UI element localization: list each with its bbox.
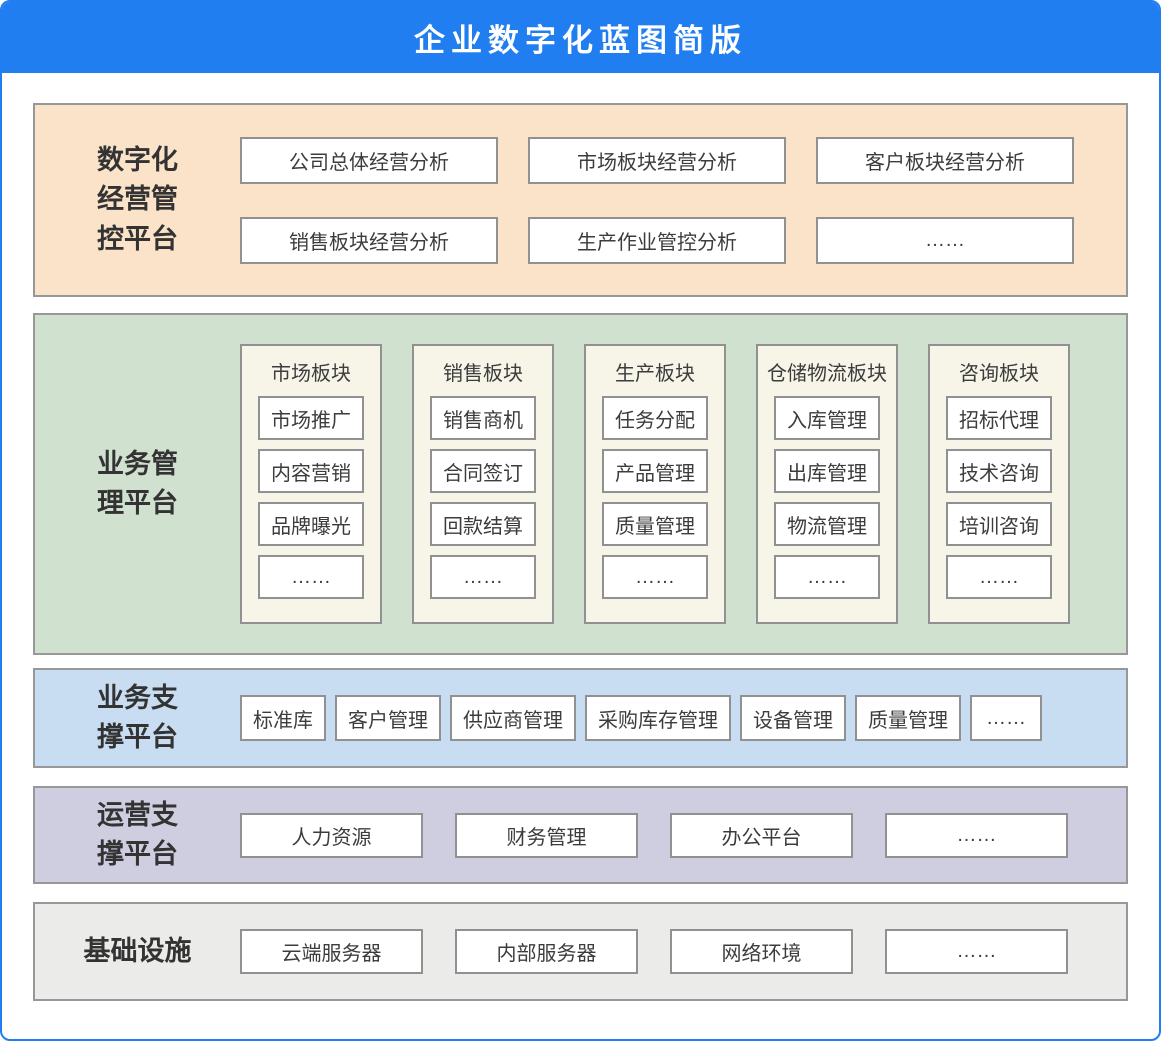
module-column-production: 生产板块 任务分配 产品管理 质量管理 …… bbox=[584, 344, 726, 624]
blueprint-page: 企业数字化蓝图简版 数字化 经营管 控平台 公司总体经营分析 市场板块经营分析 … bbox=[0, 0, 1161, 1041]
diagram-node: 标准库 bbox=[240, 695, 326, 741]
diagram-node: 质量管理 bbox=[855, 695, 961, 741]
diagram-node-ellipsis: …… bbox=[946, 555, 1052, 599]
label-line: 业务支 bbox=[35, 679, 240, 718]
diagram-node: 客户板块经营分析 bbox=[816, 137, 1074, 184]
diagram-node: 招标代理 bbox=[946, 396, 1052, 440]
diagram-node: 销售商机 bbox=[430, 396, 536, 440]
diagram-node: 销售板块经营分析 bbox=[240, 217, 498, 264]
diagram-node: 供应商管理 bbox=[450, 695, 576, 741]
diagram-node: 品牌曝光 bbox=[258, 502, 364, 546]
section-infrastructure-label: 基础设施 bbox=[35, 904, 240, 999]
diagram-node: 合同签订 bbox=[430, 449, 536, 493]
diagram-node: 公司总体经营分析 bbox=[240, 137, 498, 184]
section-infrastructure-content: 云端服务器 内部服务器 网络环境 …… bbox=[240, 904, 1126, 999]
node-row: 销售板块经营分析 生产作业管控分析 …… bbox=[240, 217, 1126, 264]
diagram-node: 入库管理 bbox=[774, 396, 880, 440]
diagram-node: 市场推广 bbox=[258, 396, 364, 440]
diagram-node: 设备管理 bbox=[740, 695, 846, 741]
section-digital-ops-label: 数字化 经营管 控平台 bbox=[35, 105, 240, 295]
page-title: 企业数字化蓝图简版 bbox=[414, 15, 747, 60]
label-line: 运营支 bbox=[35, 796, 240, 835]
section-business-support-content: 标准库 客户管理 供应商管理 采购库存管理 设备管理 质量管理 …… bbox=[240, 670, 1126, 766]
column-title: 销售板块 bbox=[443, 346, 523, 396]
diagram-node: 采购库存管理 bbox=[585, 695, 731, 741]
module-column-sales: 销售板块 销售商机 合同签订 回款结算 …… bbox=[412, 344, 554, 624]
node-row: 公司总体经营分析 市场板块经营分析 客户板块经营分析 bbox=[240, 137, 1126, 184]
diagram-node: 产品管理 bbox=[602, 449, 708, 493]
label-line: 业务管 bbox=[35, 445, 240, 484]
diagram-node: 财务管理 bbox=[455, 813, 638, 858]
module-column-warehouse-logistics: 仓储物流板块 入库管理 出库管理 物流管理 …… bbox=[756, 344, 898, 624]
section-business-mgmt-label: 业务管 理平台 bbox=[35, 315, 240, 653]
column-title: 咨询板块 bbox=[959, 346, 1039, 396]
module-column-market: 市场板块 市场推广 内容营销 品牌曝光 …… bbox=[240, 344, 382, 624]
module-column-consulting: 咨询板块 招标代理 技术咨询 培训咨询 …… bbox=[928, 344, 1070, 624]
section-business-support: 业务支 撑平台 标准库 客户管理 供应商管理 采购库存管理 设备管理 质量管理 … bbox=[33, 668, 1128, 768]
section-digital-ops: 数字化 经营管 控平台 公司总体经营分析 市场板块经营分析 客户板块经营分析 销… bbox=[33, 103, 1128, 297]
diagram-node: 质量管理 bbox=[602, 502, 708, 546]
diagram-node: 出库管理 bbox=[774, 449, 880, 493]
column-title: 市场板块 bbox=[271, 346, 351, 396]
diagram-node-ellipsis: …… bbox=[602, 555, 708, 599]
label-line: 控平台 bbox=[35, 220, 240, 259]
section-operation-support-content: 人力资源 财务管理 办公平台 …… bbox=[240, 788, 1126, 882]
diagram-node: 内部服务器 bbox=[455, 929, 638, 974]
diagram-node: 生产作业管控分析 bbox=[528, 217, 786, 264]
diagram-node: 任务分配 bbox=[602, 396, 708, 440]
diagram-node-ellipsis: …… bbox=[885, 813, 1068, 858]
label-line: 基础设施 bbox=[35, 932, 240, 971]
diagram-node: 培训咨询 bbox=[946, 502, 1052, 546]
section-business-mgmt-content: 市场板块 市场推广 内容营销 品牌曝光 …… 销售板块 销售商机 合同签订 回款… bbox=[240, 315, 1126, 653]
section-operation-support: 运营支 撑平台 人力资源 财务管理 办公平台 …… bbox=[33, 786, 1128, 884]
diagram-node-ellipsis: …… bbox=[258, 555, 364, 599]
diagram-node: 云端服务器 bbox=[240, 929, 423, 974]
diagram-node: 人力资源 bbox=[240, 813, 423, 858]
label-line: 撑平台 bbox=[35, 835, 240, 874]
column-title: 仓储物流板块 bbox=[767, 346, 887, 396]
label-line: 数字化 bbox=[35, 141, 240, 180]
header-bar: 企业数字化蓝图简版 bbox=[2, 2, 1159, 73]
diagram-node-ellipsis: …… bbox=[774, 555, 880, 599]
section-infrastructure: 基础设施 云端服务器 内部服务器 网络环境 …… bbox=[33, 902, 1128, 1001]
diagram-node: 物流管理 bbox=[774, 502, 880, 546]
column-title: 生产板块 bbox=[615, 346, 695, 396]
section-business-mgmt: 业务管 理平台 市场板块 市场推广 内容营销 品牌曝光 …… 销售板块 销售商机… bbox=[33, 313, 1128, 655]
section-business-support-label: 业务支 撑平台 bbox=[35, 670, 240, 766]
label-line: 撑平台 bbox=[35, 718, 240, 757]
label-line: 经营管 bbox=[35, 180, 240, 219]
diagram-node: 网络环境 bbox=[670, 929, 853, 974]
diagram-node: 回款结算 bbox=[430, 502, 536, 546]
diagram-node: 市场板块经营分析 bbox=[528, 137, 786, 184]
diagram-node-ellipsis: …… bbox=[970, 695, 1042, 741]
diagram-node: 客户管理 bbox=[335, 695, 441, 741]
diagram-node-ellipsis: …… bbox=[885, 929, 1068, 974]
section-digital-ops-content: 公司总体经营分析 市场板块经营分析 客户板块经营分析 销售板块经营分析 生产作业… bbox=[240, 105, 1126, 295]
section-operation-support-label: 运营支 撑平台 bbox=[35, 788, 240, 882]
diagram-node-ellipsis: …… bbox=[430, 555, 536, 599]
diagram-node: 内容营销 bbox=[258, 449, 364, 493]
diagram-node-ellipsis: …… bbox=[816, 217, 1074, 264]
label-line: 理平台 bbox=[35, 484, 240, 523]
diagram-node: 办公平台 bbox=[670, 813, 853, 858]
diagram-node: 技术咨询 bbox=[946, 449, 1052, 493]
